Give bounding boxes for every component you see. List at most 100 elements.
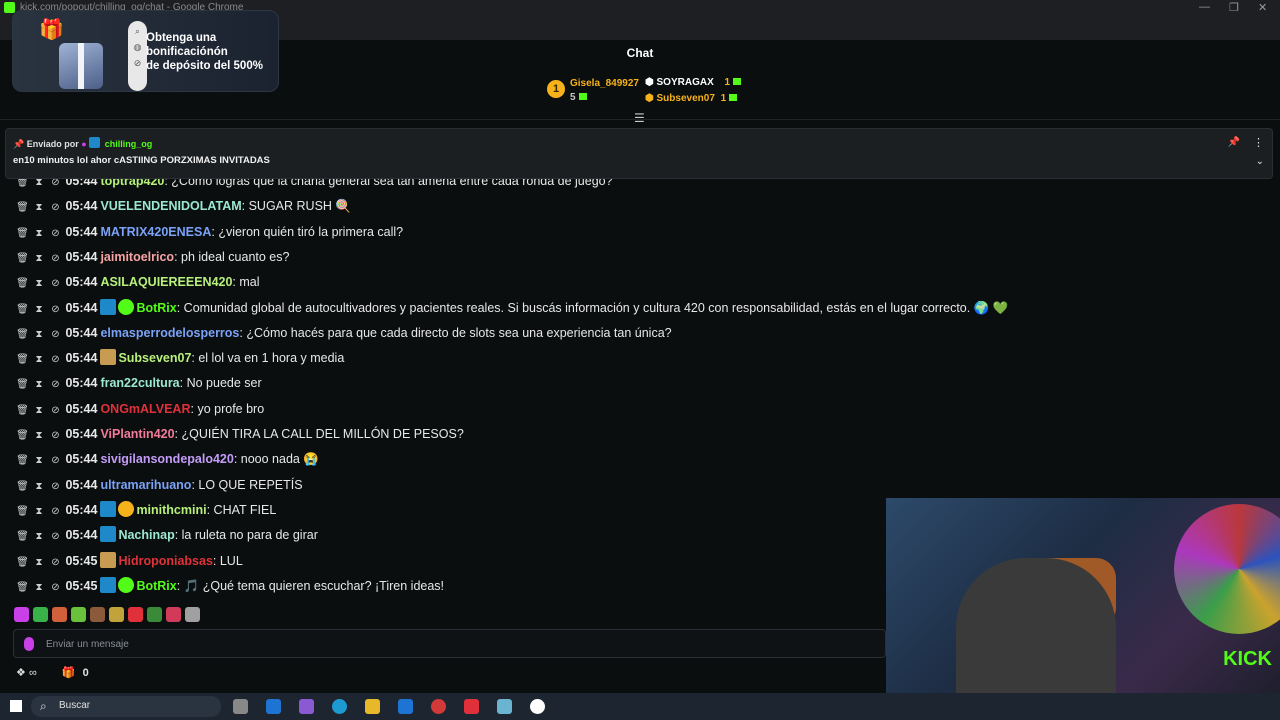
timeout-icon[interactable]: ⧗: [32, 198, 45, 218]
ban-icon[interactable]: ⊘: [49, 451, 62, 471]
message-username[interactable]: VUELENDENIDOLATAM: [100, 199, 241, 213]
message-input-box[interactable]: [13, 629, 886, 658]
chat-message[interactable]: 🗑 ⧗ ⊘ 05:44 fran22cultura: No puede ser: [16, 373, 262, 393]
delete-icon[interactable]: 🗑: [16, 350, 29, 370]
chat-message[interactable]: 🗑 ⧗ ⊘ 05:44 sivigilansondepalo420: nooo n…: [16, 449, 319, 469]
timeout-icon[interactable]: ⧗: [32, 300, 45, 320]
message-username[interactable]: Nachinap: [118, 528, 174, 542]
opera-icon[interactable]: [464, 699, 479, 714]
ban-icon[interactable]: ⊘: [49, 502, 62, 522]
delete-icon[interactable]: 🗑: [16, 274, 29, 294]
chat-message[interactable]: 🗑 ⧗ ⊘ 05:44 ViPlantin420: ¿QUIÉN TIRA LA …: [16, 424, 464, 444]
stream-video-overlay[interactable]: KICK: [886, 498, 1280, 720]
windows-start-icon[interactable]: [10, 700, 22, 712]
delete-icon[interactable]: 🗑: [16, 502, 29, 522]
chat-message[interactable]: 🗑 ⧗ ⊘ 05:44 ASILAQUIEREEEN420: mal: [16, 272, 259, 294]
ban-icon[interactable]: ⊘: [49, 401, 62, 421]
ban-icon[interactable]: ⊘: [49, 325, 62, 345]
chat-message[interactable]: 🗑 ⧗ ⊘ 05:44 BotRix: Comunidad global de a…: [16, 298, 1008, 318]
chat-message[interactable]: 🗑 ⧗ ⊘ 05:44 elmasperrodelosperros: ¿Cómo …: [16, 323, 671, 345]
delete-icon[interactable]: 🗑: [16, 578, 29, 598]
emote-icon[interactable]: [128, 607, 143, 622]
leader-2[interactable]: ⬢ SOYRAGAX 1: [645, 77, 742, 88]
delete-icon[interactable]: 🗑: [16, 224, 29, 244]
timeout-icon[interactable]: ⧗: [32, 350, 45, 370]
task-view-icon[interactable]: [233, 699, 248, 714]
leader-3[interactable]: ⬢ Subseven07 1: [645, 93, 738, 104]
ban-icon[interactable]: ⊘: [49, 249, 62, 269]
delete-icon[interactable]: 🗑: [16, 198, 29, 218]
message-username[interactable]: BotRix: [136, 579, 176, 593]
ban-icon[interactable]: ⊘: [49, 553, 62, 573]
emote-icon[interactable]: [14, 607, 29, 622]
emote-icon[interactable]: [166, 607, 181, 622]
chat-message[interactable]: 🗑 ⧗ ⊘ 05:44 jaimitoelrico: ph ideal cuant…: [16, 247, 289, 267]
message-username[interactable]: ASILAQUIEREEEN420: [100, 275, 232, 289]
timeout-icon[interactable]: ⧗: [32, 401, 45, 421]
delete-icon[interactable]: 🗑: [16, 325, 29, 345]
timeout-icon[interactable]: ⧗: [32, 375, 45, 395]
chat-message[interactable]: 🗑 ⧗ ⊘ 05:44 minithcmini: CHAT FIEL: [16, 500, 276, 520]
delete-icon[interactable]: 🗑: [16, 375, 29, 395]
gift-count-icon[interactable]: 🎁: [62, 667, 76, 679]
ban-icon[interactable]: ⊘: [49, 300, 62, 320]
obs-icon[interactable]: [530, 699, 545, 714]
restore-button[interactable]: ❐: [1229, 1, 1239, 14]
emote-icon[interactable]: [33, 607, 48, 622]
leader-name-1[interactable]: Gisela_849927: [570, 78, 639, 89]
ban-icon[interactable]: ⊘: [49, 350, 62, 370]
promo-banner[interactable]: 🎁 ⌕ ◍ ⊘ Obtenga una bonificaciónón de depó…: [12, 10, 279, 92]
emote-icon[interactable]: [90, 607, 105, 622]
message-username[interactable]: Hidroponiabsas: [118, 554, 212, 568]
timeout-icon[interactable]: ⧗: [32, 502, 45, 522]
message-username[interactable]: MATRIX420ENESA: [100, 225, 211, 239]
timeout-icon[interactable]: ⧗: [32, 224, 45, 244]
message-username[interactable]: sivigilansondepalo420: [100, 452, 233, 466]
chat-message[interactable]: 🗑 ⧗ ⊘ 05:44 ultramarihuano: LO QUE REPETÍ…: [16, 475, 302, 497]
delete-icon[interactable]: 🗑: [16, 300, 29, 320]
timeout-icon[interactable]: ⧗: [32, 578, 45, 598]
timeout-icon[interactable]: ⧗: [32, 451, 45, 471]
mic-icon[interactable]: [24, 637, 34, 651]
ban-icon[interactable]: ⊘: [49, 274, 62, 294]
emote-icon[interactable]: [52, 607, 67, 622]
chat-message[interactable]: 🗑 ⧗ ⊘ 05:44 MATRIX420ENESA: ¿vieron quién…: [16, 222, 403, 242]
chat-message[interactable]: 🗑 ⧗ ⊘ 05:45 BotRix: 🎵 ¿Qué tema quieren e…: [16, 576, 444, 596]
message-username[interactable]: ultramarihuano: [100, 478, 191, 492]
delete-icon[interactable]: 🗑: [16, 249, 29, 269]
app-icon[interactable]: [497, 699, 512, 714]
emote-icon[interactable]: [109, 607, 124, 622]
emote-icon[interactable]: [71, 607, 86, 622]
timeout-icon[interactable]: ⧗: [32, 553, 45, 573]
file-explorer-icon[interactable]: [365, 699, 380, 714]
minimize-button[interactable]: —: [1199, 1, 1210, 13]
delete-icon[interactable]: 🗑: [16, 527, 29, 547]
timeout-icon[interactable]: ⧗: [32, 477, 45, 497]
ban-icon[interactable]: ⊘: [49, 527, 62, 547]
delete-icon[interactable]: 🗑: [16, 426, 29, 446]
unpin-icon[interactable]: 📌: [1228, 137, 1240, 148]
timeout-icon[interactable]: ⧗: [32, 325, 45, 345]
chat-message[interactable]: 🗑 ⧗ ⊘ 05:44 ONGmALVEAR: yo profe bro: [16, 399, 264, 419]
leaderboard-first[interactable]: 1: [547, 80, 565, 98]
emote-icon[interactable]: [185, 607, 200, 622]
outlook-icon[interactable]: [398, 699, 413, 714]
message-username[interactable]: fran22cultura: [100, 376, 179, 390]
chevron-down-icon[interactable]: ⌄: [1256, 156, 1264, 167]
message-username[interactable]: minithcmini: [136, 503, 206, 517]
ban-icon[interactable]: ⊘: [49, 375, 62, 395]
delete-icon[interactable]: 🗑: [16, 553, 29, 573]
message-username[interactable]: elmasperrodelosperros: [100, 326, 239, 340]
message-input[interactable]: [46, 634, 866, 654]
ban-icon[interactable]: ⊘: [49, 198, 62, 218]
collapse-leaderboard-icon[interactable]: ☰: [634, 111, 645, 125]
copilot-icon[interactable]: [299, 699, 314, 714]
emote-icon[interactable]: [147, 607, 162, 622]
chat-message[interactable]: 🗑 ⧗ ⊘ 05:44 VUELENDENIDOLATAM: SUGAR RUSH…: [16, 196, 351, 216]
emote-quick-bar[interactable]: [14, 607, 204, 625]
timeout-icon[interactable]: ⧗: [32, 249, 45, 269]
delete-icon[interactable]: 🗑: [16, 401, 29, 421]
message-username[interactable]: BotRix: [136, 301, 176, 315]
timeout-icon[interactable]: ⧗: [32, 426, 45, 446]
more-options-icon[interactable]: ⋮: [1253, 136, 1264, 149]
